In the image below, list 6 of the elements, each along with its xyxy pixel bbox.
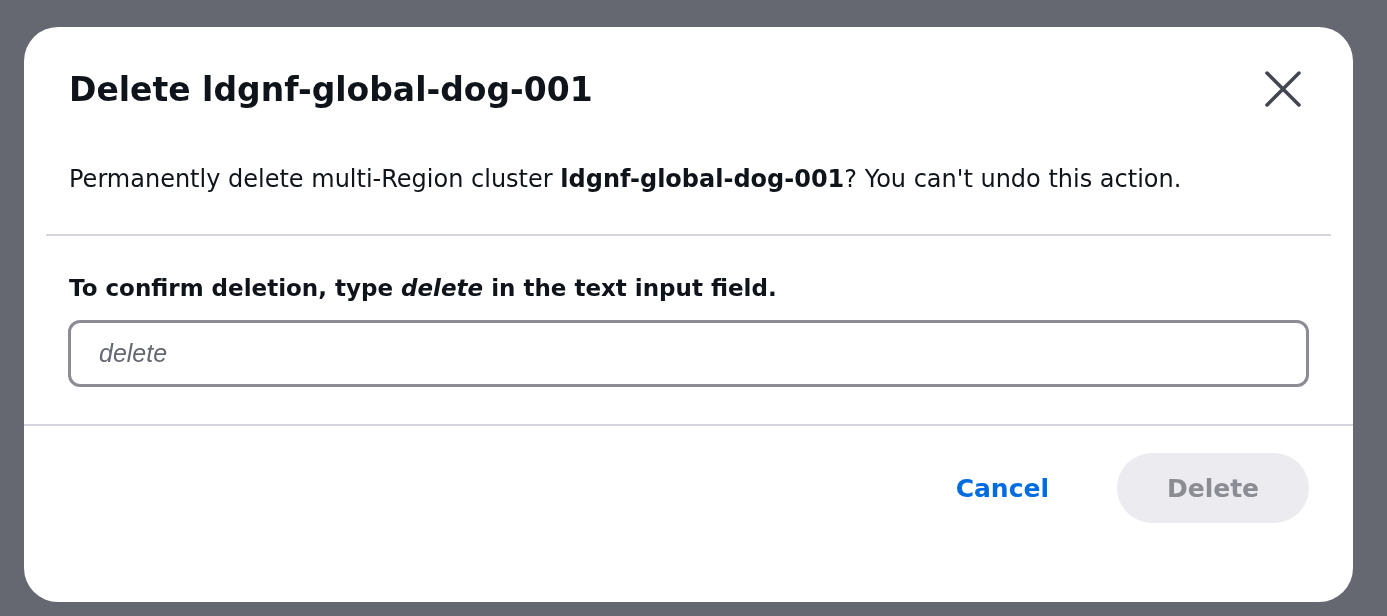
dialog-message: Permanently delete multi-Region cluster ldgnf-global-dog-001? You can't undo this action. [69, 164, 1183, 195]
cancel-button[interactable]: Cancel [933, 453, 1071, 523]
confirm-label: To confirm deletion, type delete in the text input field. [69, 274, 778, 302]
input-field[interactable]: delete [68, 320, 1309, 387]
dialog-title: Delete ldgnf-global-dog-001 [69, 69, 593, 109]
close-icon[interactable] [1263, 69, 1303, 109]
